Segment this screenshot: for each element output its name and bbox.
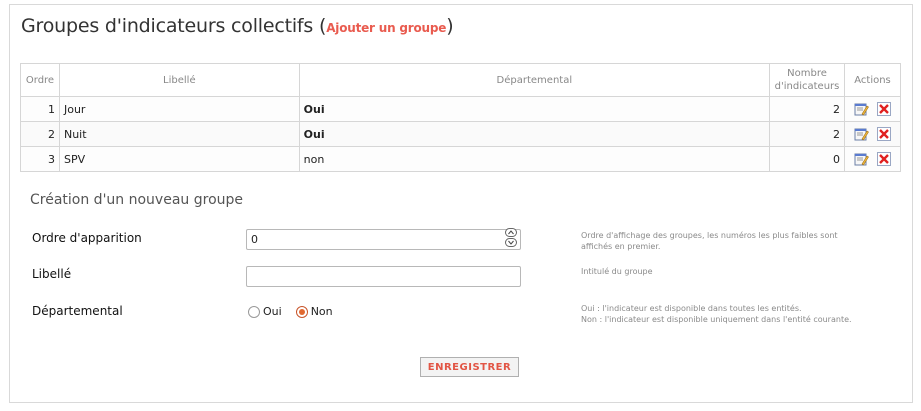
col-header-count-line1: Nombre: [787, 68, 827, 79]
radio-oui-label[interactable]: Oui: [263, 305, 282, 318]
table-row: 3 SPV non 0: [20, 146, 901, 172]
cell-count: 0: [769, 146, 846, 172]
col-header-departmental[interactable]: Départemental: [298, 63, 771, 97]
save-button[interactable]: ENREGISTRER: [420, 357, 519, 377]
order-input[interactable]: [246, 229, 521, 250]
delete-icon[interactable]: [877, 102, 891, 116]
col-header-order[interactable]: Ordre: [20, 63, 60, 97]
chevron-down-icon[interactable]: [505, 238, 517, 247]
page-title-text: Groupes d'indicateurs collectifs: [21, 15, 314, 37]
cell-count: 2: [769, 121, 846, 147]
cell-label: Nuit: [58, 121, 300, 147]
radio-oui[interactable]: [248, 305, 260, 318]
col-header-count[interactable]: Nombre d'indicateurs: [769, 63, 846, 97]
col-header-label[interactable]: Libellé: [58, 63, 300, 97]
name-input[interactable]: [246, 266, 521, 287]
order-help-line1: Ordre d'affichage des groupes, les numér…: [581, 231, 838, 240]
cell-order: 1: [20, 96, 60, 122]
add-group-link[interactable]: Ajouter un groupe: [326, 21, 446, 35]
cell-order: 2: [20, 121, 60, 147]
departmental-help: Oui : l'indicateur est disponible dans t…: [581, 303, 901, 325]
departmental-help-line2: Non : l'indicateur est disponible unique…: [581, 315, 852, 324]
delete-icon[interactable]: [877, 127, 891, 141]
cell-departmental: Oui: [298, 121, 771, 147]
radio-non[interactable]: [295, 305, 308, 318]
table-row: 2 Nuit Oui 2: [20, 121, 901, 147]
delete-icon[interactable]: [877, 152, 891, 166]
cell-label: Jour: [58, 96, 300, 122]
cell-order: 3: [20, 146, 60, 172]
name-label: Libellé: [32, 267, 72, 281]
name-help: Intitulé du groupe: [581, 267, 653, 276]
form-title: Création d'un nouveau groupe: [30, 192, 244, 208]
order-help: Ordre d'affichage des groupes, les numér…: [581, 230, 901, 252]
radio-non-label[interactable]: Non: [311, 305, 333, 318]
departmental-help-line1: Oui : l'indicateur est disponible dans t…: [581, 304, 802, 313]
paren-close: ): [446, 15, 454, 37]
edit-icon[interactable]: [854, 152, 869, 166]
cell-departmental: Oui: [298, 96, 771, 122]
chevron-up-icon[interactable]: [505, 228, 517, 237]
table-header-row: Ordre Libellé Départemental Nombre d'ind…: [20, 63, 901, 97]
order-spinner: [505, 228, 519, 249]
cell-actions: [844, 146, 901, 172]
departmental-radio-group: Oui Non: [248, 305, 347, 318]
order-help-line2: affichés en premier.: [581, 242, 661, 251]
groups-table: Ordre Libellé Départemental Nombre d'ind…: [20, 63, 901, 172]
table-row: 1 Jour Oui 2: [20, 96, 901, 122]
cell-label: SPV: [58, 146, 300, 172]
edit-icon[interactable]: [854, 127, 869, 141]
cell-actions: [844, 96, 901, 122]
order-label: Ordre d'apparition: [32, 231, 142, 245]
cell-count: 2: [769, 96, 846, 122]
cell-departmental: non: [298, 146, 771, 172]
page-title: Groupes d'indicateurs collectifs (Ajoute…: [21, 15, 454, 37]
edit-icon[interactable]: [854, 102, 869, 116]
departmental-label: Départemental: [32, 304, 123, 318]
cell-actions: [844, 121, 901, 147]
col-header-actions: Actions: [844, 63, 901, 97]
col-header-count-line2: d'indicateurs: [774, 81, 840, 92]
